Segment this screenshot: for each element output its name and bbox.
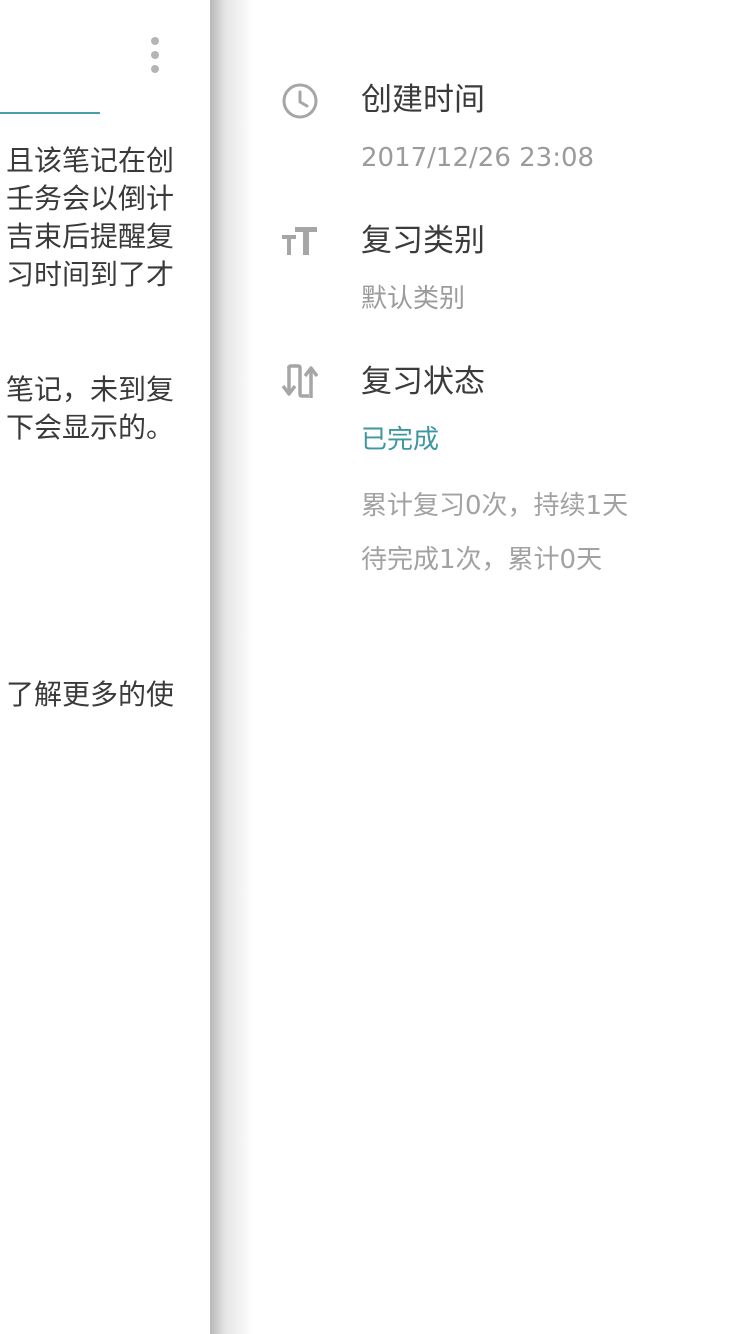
note-line: 笔记，未到复 (5, 373, 174, 406)
note-line: 壬务会以倒计 (5, 182, 174, 215)
more-vertical-icon[interactable] (138, 30, 172, 80)
note-paragraph-3: 了解更多的使 (6, 676, 174, 714)
screen: 且该笔记在创 壬务会以倒计 吉束后提醒复 习时间到了才 笔记，未到复 下会显示的… (0, 0, 750, 1334)
note-line: 习时间到了才 (5, 258, 174, 291)
review-status-title: 复习状态 (361, 364, 485, 400)
swap-arrows-icon (280, 362, 320, 402)
review-category-value: 默认类别 (361, 284, 466, 314)
created-time-value: 2017/12/26 23:08 (361, 143, 595, 173)
note-line: 了解更多的使 (5, 678, 174, 711)
clock-icon (280, 81, 320, 121)
created-time-title: 创建时间 (361, 82, 485, 118)
review-stat-pending: 待完成1次，累计0天 (361, 545, 603, 575)
note-line: 吉束后提醒复 (5, 220, 174, 253)
review-status-value: 已完成 (361, 425, 440, 455)
title-underline (0, 112, 100, 114)
note-paragraph-2: 笔记，未到复 下会显示的。 (6, 371, 174, 447)
note-page[interactable]: 且该笔记在创 壬务会以倒计 吉束后提醒复 习时间到了才 笔记，未到复 下会显示的… (0, 0, 210, 1334)
note-line: 下会显示的。 (5, 411, 174, 444)
review-category-title: 复习类别 (361, 223, 485, 259)
note-paragraph-1: 且该笔记在创 壬务会以倒计 吉束后提醒复 习时间到了才 (6, 142, 174, 294)
note-line: 且该笔记在创 (5, 144, 174, 177)
review-stat-total: 累计复习0次，持续1天 (361, 491, 629, 521)
note-info-drawer: 创建时间 2017/12/26 23:08 复习类别 默认类别 复习状态 已完成… (210, 0, 750, 1334)
text-size-icon (280, 221, 320, 261)
